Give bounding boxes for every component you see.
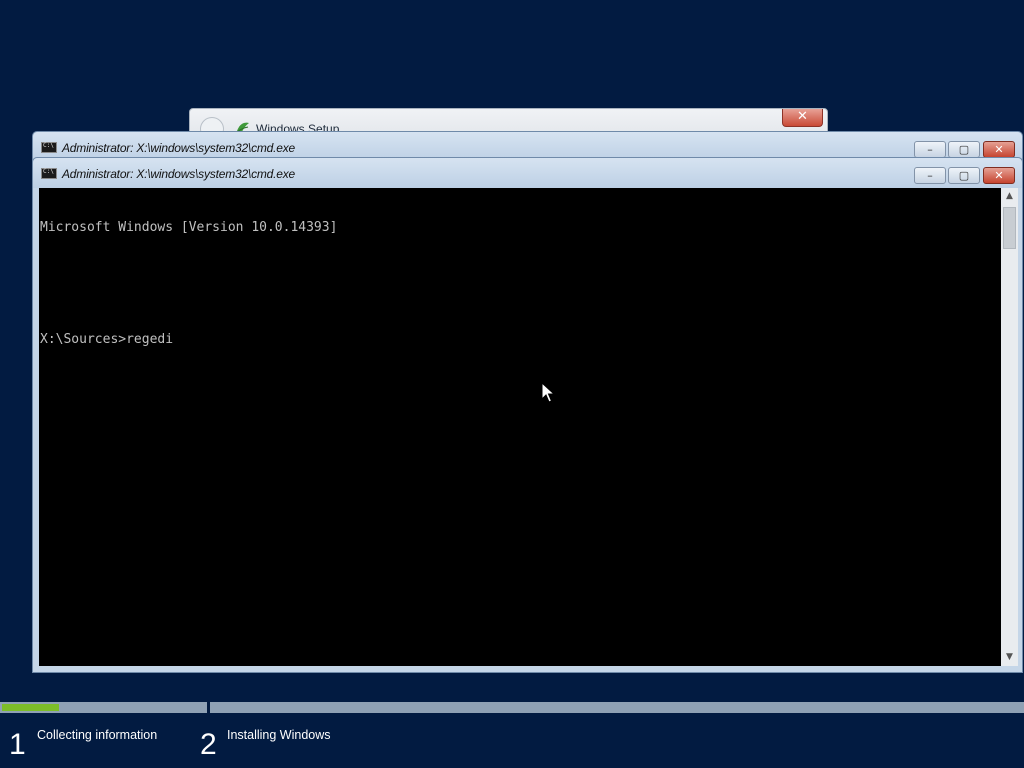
setup-close-button[interactable]: ✕ <box>782 109 823 127</box>
maximize-button[interactable]: ▢ <box>948 141 980 158</box>
vertical-scrollbar[interactable]: ▲ ▼ <box>1001 188 1018 666</box>
step-label: Collecting information <box>37 728 158 742</box>
progress-segment-collecting <box>0 702 207 713</box>
scroll-thumb[interactable] <box>1003 207 1016 249</box>
step-label: Installing Windows <box>227 728 331 742</box>
console-output[interactable]: Microsoft Windows [Version 10.0.14393] X… <box>39 188 1001 666</box>
minimize-button[interactable]: – <box>914 167 946 184</box>
step-number: 1 <box>9 728 26 761</box>
progress-fill <box>2 704 59 711</box>
progress-segment-installing <box>210 702 1024 713</box>
minimize-button[interactable]: – <box>914 141 946 158</box>
cmd-window-title: Administrator: X:\windows\system32\cmd.e… <box>62 167 296 181</box>
close-button[interactable]: ✕ <box>983 141 1015 158</box>
step-number: 2 <box>200 728 217 761</box>
console-prompt-line[interactable]: X:\Sources>regedi <box>40 332 1001 348</box>
cmd-window-title: Administrator: X:\windows\system32\cmd.e… <box>62 141 296 155</box>
cmd-window-active[interactable]: Administrator: X:\windows\system32\cmd.e… <box>32 157 1023 673</box>
close-button[interactable]: ✕ <box>983 167 1015 184</box>
cmd-icon <box>41 168 57 179</box>
console-version-line: Microsoft Windows [Version 10.0.14393] <box>40 220 338 235</box>
cmd-icon <box>41 142 57 153</box>
scroll-up-arrow-icon[interactable]: ▲ <box>1001 188 1018 205</box>
maximize-button[interactable]: ▢ <box>948 167 980 184</box>
cmd-titlebar[interactable]: Administrator: X:\windows\system32\cmd.e… <box>33 158 1022 188</box>
mouse-pointer-icon <box>541 382 555 403</box>
setup-progress-bar <box>0 702 1024 713</box>
scroll-down-arrow-icon[interactable]: ▼ <box>1001 649 1018 666</box>
